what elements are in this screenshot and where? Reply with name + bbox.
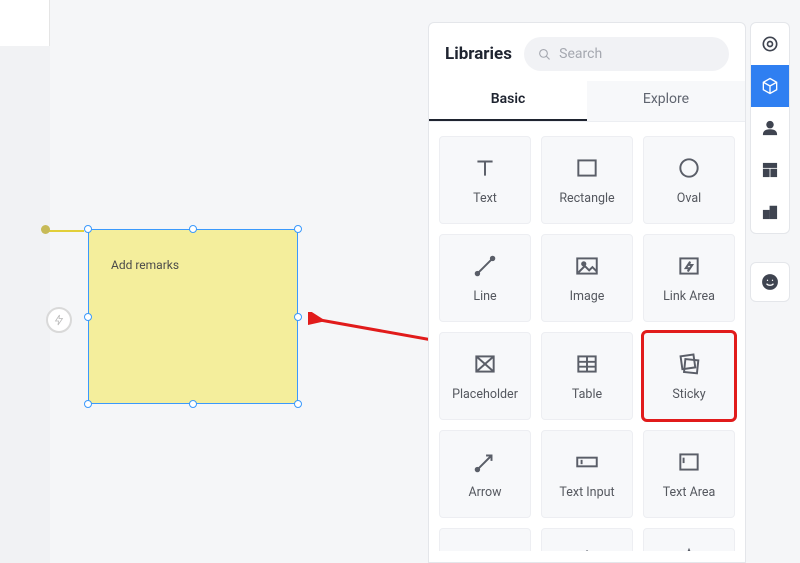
shape-label: Image xyxy=(570,289,605,304)
rotation-handle[interactable] xyxy=(41,225,50,234)
star-icon xyxy=(676,547,702,552)
shape-label: Text Area xyxy=(663,485,716,500)
toolbar-buildings-button[interactable] xyxy=(751,191,789,233)
shape-text[interactable]: Text xyxy=(439,136,531,224)
search-icon xyxy=(538,47,551,62)
toolbar-target-button[interactable] xyxy=(751,23,789,65)
tab-basic[interactable]: Basic xyxy=(429,81,587,121)
shape-label: Text Input xyxy=(559,485,614,500)
placeholder-icon xyxy=(472,351,498,377)
shape-label: Link Area xyxy=(663,289,715,304)
table-icon xyxy=(574,351,600,377)
shape-icon xyxy=(574,547,600,552)
shape-label: Placeholder xyxy=(452,387,518,402)
lightning-icon xyxy=(53,314,65,326)
shape-label: Table xyxy=(572,387,602,402)
resize-handle-bc[interactable] xyxy=(189,400,197,408)
shape-label: Line xyxy=(473,289,496,304)
resize-handle-tc[interactable] xyxy=(189,225,197,233)
shape-label: Rectangle xyxy=(559,191,614,206)
user-icon xyxy=(760,118,780,138)
shape-placeholder[interactable]: Placeholder xyxy=(439,332,531,420)
shape-image[interactable]: Image xyxy=(541,234,633,322)
shape-textarea[interactable]: Text Area xyxy=(643,430,735,518)
emoji-button[interactable] xyxy=(750,262,790,302)
image-icon xyxy=(574,253,600,279)
resize-handle-tr[interactable] xyxy=(294,225,302,233)
shape-rectangle[interactable]: Rectangle xyxy=(541,136,633,224)
toolbar-layout-button[interactable] xyxy=(751,149,789,191)
sticky-note-text[interactable]: Add remarks xyxy=(111,258,179,272)
resize-handle-br[interactable] xyxy=(294,400,302,408)
shape-sticky[interactable]: Sticky xyxy=(643,332,735,420)
shape-partial-3[interactable] xyxy=(643,528,735,551)
shape-arrow[interactable]: Arrow xyxy=(439,430,531,518)
shape-table[interactable]: Table xyxy=(541,332,633,420)
right-toolbar xyxy=(750,22,790,234)
shape-label: Sticky xyxy=(672,387,705,402)
text-icon xyxy=(472,155,498,181)
shape-textinput[interactable]: Text Input xyxy=(541,430,633,518)
shape-partial-1[interactable] xyxy=(439,528,531,551)
textinput-icon xyxy=(574,449,600,475)
libraries-tabs: Basic Explore xyxy=(429,81,745,122)
shape-label: Text xyxy=(473,191,497,206)
lightning-badge[interactable] xyxy=(46,307,72,333)
toolbar-user-button[interactable] xyxy=(751,107,789,149)
shape-label: Oval xyxy=(677,191,701,206)
shape-line[interactable]: Line xyxy=(439,234,531,322)
shape-oval[interactable]: Oval xyxy=(643,136,735,224)
line-icon xyxy=(472,253,498,279)
toolbar-components-button[interactable] xyxy=(751,65,789,107)
resize-handle-ml[interactable] xyxy=(84,313,92,321)
linkarea-icon xyxy=(676,253,702,279)
oval-icon xyxy=(676,155,702,181)
target-icon xyxy=(760,34,780,54)
search-box[interactable] xyxy=(524,37,729,71)
buildings-icon xyxy=(760,202,780,222)
resize-handle-mr[interactable] xyxy=(294,313,302,321)
left-panel-strip xyxy=(0,0,50,46)
rectangle-icon xyxy=(574,155,600,181)
shape-linkarea[interactable]: Link Area xyxy=(643,234,735,322)
libraries-header: Libraries xyxy=(429,23,745,81)
sticky-note[interactable]: Add remarks xyxy=(88,229,298,404)
shape-label: Arrow xyxy=(468,485,501,500)
emoji-icon xyxy=(760,272,780,292)
shape-icon xyxy=(472,547,498,552)
resize-handle-bl[interactable] xyxy=(84,400,92,408)
layout-icon xyxy=(760,160,780,180)
textarea-icon xyxy=(676,449,702,475)
search-input[interactable] xyxy=(559,46,715,62)
libraries-title: Libraries xyxy=(445,44,512,64)
arrow-icon xyxy=(472,449,498,475)
shape-grid[interactable]: Text Rectangle Oval Line Image Link Area… xyxy=(429,122,745,551)
cube-icon xyxy=(760,76,780,96)
shape-partial-2[interactable] xyxy=(541,528,633,551)
tab-explore[interactable]: Explore xyxy=(587,81,745,121)
libraries-panel: Libraries Basic Explore Text Rectangle O… xyxy=(428,22,746,563)
sticky-icon xyxy=(676,351,702,377)
rotation-stem xyxy=(84,225,90,231)
